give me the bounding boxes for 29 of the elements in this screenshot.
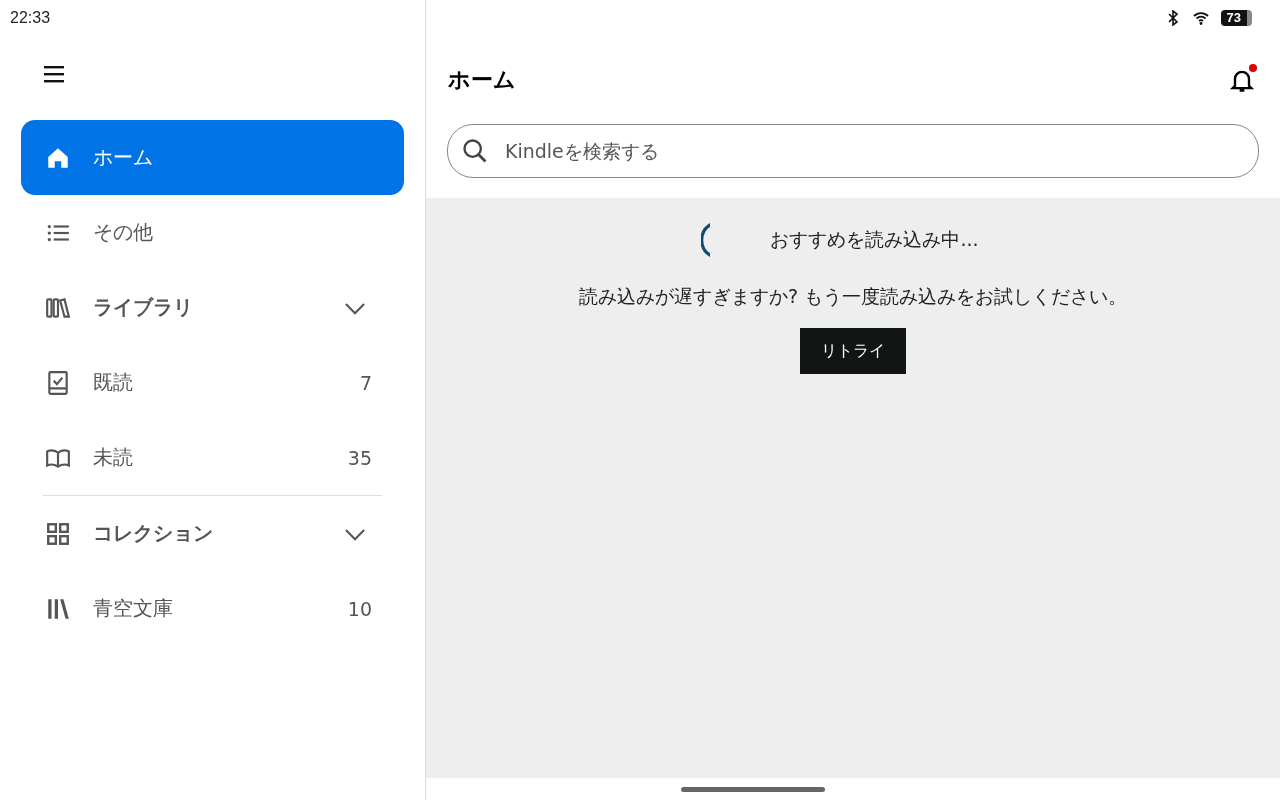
- loading-spinner-icon: [701, 222, 711, 258]
- loading-text: おすすめを読み込み中...: [770, 227, 979, 252]
- item-count: 10: [347, 597, 372, 620]
- gesture-handle[interactable]: [681, 786, 825, 792]
- checked-book-icon: [45, 369, 71, 396]
- item-label: ライブラリ: [93, 294, 194, 321]
- page-title: ホーム: [448, 66, 516, 94]
- sidebar-item[interactable]: 既読 7: [21, 345, 404, 420]
- item-count: 7: [359, 371, 372, 394]
- item-label: その他: [93, 219, 154, 246]
- item-count: 35: [347, 446, 372, 469]
- battery-level: 73: [1220, 10, 1252, 26]
- section-header[interactable]: コレクション: [21, 496, 404, 571]
- item-label: 未読: [93, 444, 134, 471]
- item-label: コレクション: [93, 520, 214, 547]
- retry-message: 読み込みが遅すぎますか? もう一度読み込みをお試しください。: [578, 284, 1128, 309]
- search-field[interactable]: Kindleを検索する: [447, 124, 1259, 178]
- item-label: 既読: [93, 369, 134, 396]
- sidebar-item[interactable]: その他: [21, 195, 404, 270]
- retry-button[interactable]: リトライ: [800, 328, 906, 374]
- grid-icon: [45, 520, 71, 547]
- section-header[interactable]: ライブラリ: [21, 270, 404, 345]
- sidebar-item[interactable]: 未読 35: [21, 420, 404, 495]
- sidebar-item[interactable]: ホーム: [21, 120, 404, 195]
- status-time: 22:33: [10, 8, 52, 28]
- item-label: ホーム: [93, 144, 154, 171]
- sidebar-item[interactable]: 青空文庫 10: [21, 571, 404, 646]
- item-label: 青空文庫: [93, 595, 174, 622]
- search-icon: [461, 137, 489, 165]
